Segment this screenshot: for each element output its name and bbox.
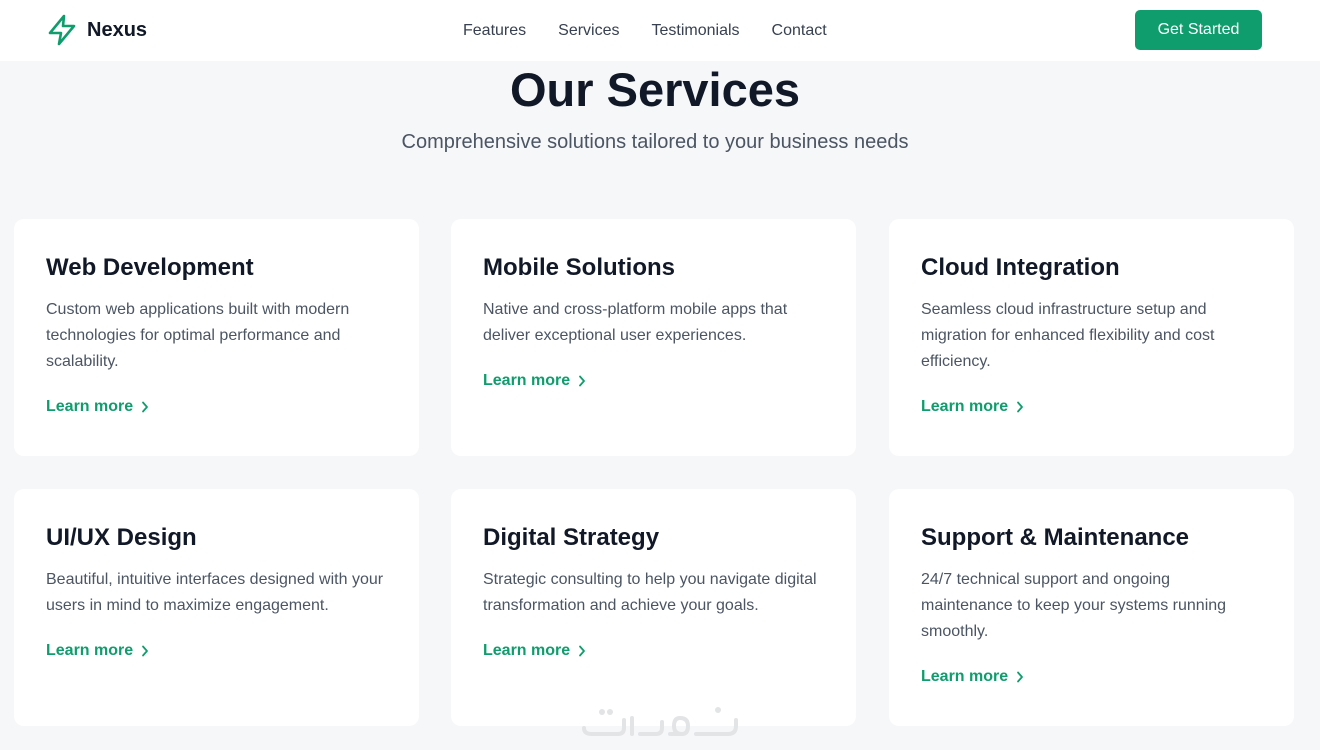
learn-more-link[interactable]: Learn more [921,668,1024,686]
nav-link-services[interactable]: Services [558,22,619,40]
service-card-description: 24/7 technical support and ongoing maint… [921,571,1227,640]
learn-more-label: Learn more [483,372,571,389]
khamsat-watermark-logo [578,698,743,742]
main-nav: Features Services Testimonials Contact [463,0,859,61]
chevron-right-icon [1016,401,1024,413]
service-card-title: Web Development [46,254,254,281]
service-card-description: Strategic consulting to help you navigat… [483,571,817,614]
service-card-description: Beautiful, intuitive interfaces designed… [46,571,384,614]
chevron-right-icon [141,401,149,413]
service-card-cloud-integration: Cloud Integration Seamless cloud infrast… [889,219,1294,456]
service-card-description: Seamless cloud infrastructure setup and … [921,301,1215,370]
lightning-bolt-icon [47,14,77,46]
chevron-right-icon [578,645,586,657]
learn-more-link[interactable]: Learn more [921,398,1024,416]
learn-more-label: Learn more [46,642,134,659]
section-subtitle: Comprehensive solutions tailored to your… [401,131,909,153]
learn-more-label: Learn more [921,668,1009,685]
service-card-description: Custom web applications built with moder… [46,301,350,370]
service-card-support-maintenance: Support & Maintenance 24/7 technical sup… [889,489,1294,726]
service-card-title: Mobile Solutions [483,254,675,281]
learn-more-link[interactable]: Learn more [46,642,149,660]
section-title: Our Services [509,63,800,116]
learn-more-link[interactable]: Learn more [483,372,586,390]
chevron-right-icon [141,645,149,657]
learn-more-label: Learn more [921,398,1009,415]
chevron-right-icon [1016,671,1024,683]
service-card-ui-ux-design: UI/UX Design Beautiful, intuitive interf… [14,489,419,726]
service-card-digital-strategy: Digital Strategy Strategic consulting to… [451,489,856,726]
navbar: Nexus Features Services Testimonials Con… [0,0,1320,61]
service-card-title: Support & Maintenance [921,524,1190,551]
learn-more-label: Learn more [483,642,571,659]
brand-name: Nexus [87,18,148,41]
chevron-right-icon [578,375,586,387]
nav-link-features[interactable]: Features [463,22,526,40]
brand-logo[interactable]: Nexus [47,14,147,46]
learn-more-link[interactable]: Learn more [483,642,586,660]
service-card-web-development: Web Development Custom web applications … [14,219,419,456]
service-card-title: Cloud Integration [921,254,1120,281]
nav-link-contact[interactable]: Contact [772,22,827,40]
get-started-button[interactable]: Get Started [1135,10,1262,50]
service-card-title: UI/UX Design [46,524,197,551]
service-card-description: Native and cross-platform mobile apps th… [483,301,788,344]
learn-more-link[interactable]: Learn more [46,398,149,416]
service-card-mobile-solutions: Mobile Solutions Native and cross-platfo… [451,219,856,456]
service-card-title: Digital Strategy [483,524,660,551]
learn-more-label: Learn more [46,398,134,415]
nav-link-testimonials[interactable]: Testimonials [652,22,740,40]
